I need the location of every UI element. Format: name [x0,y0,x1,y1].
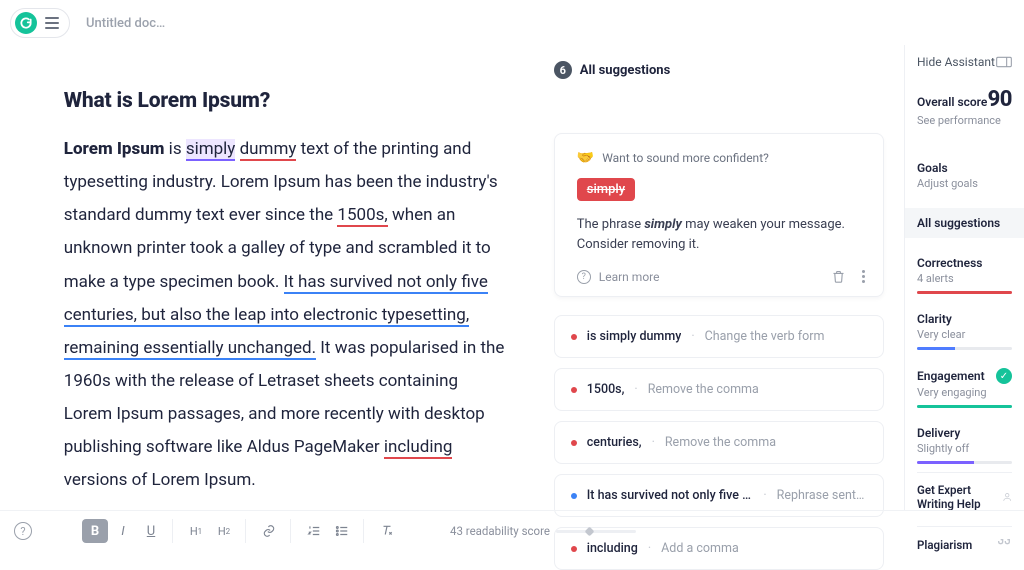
adjust-goals-link[interactable]: Adjust goals [917,177,1012,190]
hands-icon: 🤝 [577,150,594,166]
metric-engagement[interactable]: Engagement ✓ Very engaging [917,368,1012,408]
top-bar: Untitled doc… [0,0,1024,45]
bottom-toolbar: ? B I U H1 H2 43 readability score [0,510,1024,551]
document-body[interactable]: Lorem Ipsum is simply dummy text of the … [64,133,510,498]
document-heading: What is Lorem Ipsum? [64,89,510,113]
readability-indicator [556,530,636,533]
suggestion-row[interactable]: centuries,·Remove the comma [554,421,884,464]
suggestion-row-hint: Remove the comma [648,382,867,397]
suggestion-row-text: centuries, [587,435,642,450]
suggestion-row[interactable]: 1500s,·Remove the comma [554,368,884,411]
severity-dot-icon [571,387,577,393]
link-button[interactable] [256,519,282,543]
suggestion-row[interactable]: is simply dummy·Change the verb form [554,315,884,358]
help-icon: ? [577,270,591,284]
suggestions-header-title: All suggestions [580,63,671,78]
dismiss-suggestion-button[interactable] [831,269,846,284]
help-button[interactable]: ? [14,522,32,540]
suggestion-row-text: is simply dummy [587,329,682,344]
active-suggestion-category: Want to sound more confident? [602,151,769,165]
metric-correctness[interactable]: Correctness 4 alerts [917,256,1012,294]
metric-delivery[interactable]: Delivery Slightly off [917,426,1012,464]
suggestion-count-badge: 6 [554,61,572,79]
document-title[interactable]: Untitled doc… [86,16,165,31]
underline-button[interactable]: U [138,519,164,543]
suggestion-row-hint: Remove the comma [665,435,867,450]
severity-dot-icon [571,493,577,499]
main-area: What is Lorem Ipsum? Lorem Ipsum is simp… [0,45,1024,510]
readability-score[interactable]: 43 readability score [450,524,636,538]
overall-score-value: 90 [988,87,1012,112]
highlight-simply[interactable]: simply [186,139,236,161]
active-suggestion-card[interactable]: 🤝 Want to sound more confident? simply T… [554,133,884,297]
suggestion-row-hint: Change the verb form [705,329,867,344]
clear-formatting-button[interactable] [374,519,400,543]
hide-assistant-button[interactable]: Hide Assistant [917,55,1012,69]
goals-block[interactable]: Goals Adjust goals [917,161,1012,190]
metric-clarity[interactable]: Clarity Very clear [917,312,1012,350]
highlight-including[interactable]: including [384,437,453,459]
see-performance-link[interactable]: See performance [917,114,1012,127]
highlight-dummy[interactable]: dummy [240,139,297,161]
suggestions-pane: 6 All suggestions 🤝 Want to sound more c… [550,45,904,510]
editor-pane[interactable]: What is Lorem Ipsum? Lorem Ipsum is simp… [42,45,550,510]
all-suggestions-tab[interactable]: All suggestions [905,208,1024,238]
remove-word-chip[interactable]: simply [577,178,635,201]
suggestions-header: 6 All suggestions [550,55,884,93]
overall-score-block[interactable]: Overall score 90 See performance [917,87,1012,127]
suggestion-row-text: It has survived not only five centu… [587,488,754,503]
severity-dot-icon [571,334,577,340]
bold-button[interactable]: B [82,519,108,543]
more-options-button[interactable] [862,270,865,283]
check-icon: ✓ [996,368,1012,384]
assistant-sidebar: Hide Assistant Overall score 90 See perf… [904,45,1024,510]
grammarly-logo-icon [15,12,37,34]
suggestion-row-text: 1500s, [587,382,625,397]
highlight-rephrase[interactable]: It has survived not only five centuries,… [64,272,488,360]
highlight-1500s[interactable]: 1500s, [337,205,387,227]
bullet-list-button[interactable] [329,519,355,543]
app-menu-pill[interactable] [10,8,70,38]
suggestion-row-hint: Rephrase sentence [777,488,867,503]
hamburger-icon [45,17,59,29]
severity-dot-icon [571,440,577,446]
learn-more-link[interactable]: ? Learn more [577,270,660,284]
active-suggestion-advice: The phrase simply may weaken your messag… [577,215,865,255]
numbered-list-button[interactable] [301,519,327,543]
italic-button[interactable]: I [110,519,136,543]
h1-button[interactable]: H1 [183,519,209,543]
h2-button[interactable]: H2 [211,519,237,543]
